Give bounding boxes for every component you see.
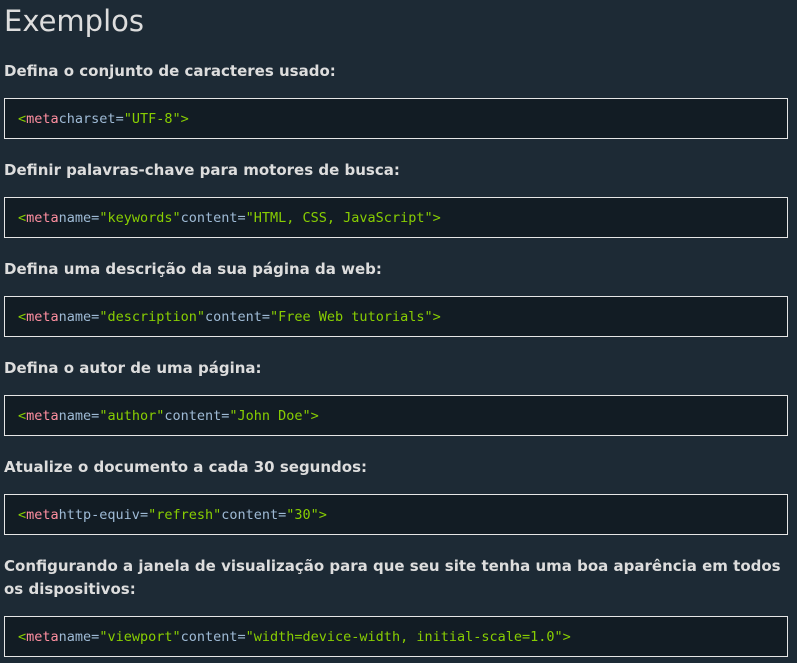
tag-open-bracket: <	[18, 506, 27, 523]
example-description: Definir palavras-chave para motores de b…	[4, 161, 400, 179]
tag-name: meta	[26, 407, 59, 424]
attribute-name: name	[58, 308, 92, 325]
attribute-value: "UTF-8"	[123, 110, 181, 127]
attribute-name: name	[58, 209, 92, 226]
attribute-value: "Free Web tutorials"	[270, 308, 433, 325]
attribute-name: http-equiv	[58, 506, 140, 523]
tag-open-bracket: <	[18, 407, 27, 424]
example-6: Configurando a janela de visualização pa…	[4, 555, 788, 657]
example-description: Defina uma descrição da sua página da we…	[4, 260, 382, 278]
attribute-name: name	[58, 628, 92, 645]
attribute-name: content	[221, 506, 279, 523]
attribute-value: "width=device-width, initial-scale=1.0"	[245, 628, 563, 645]
code-example[interactable]: < meta name = "author" content = "John Doe" >	[4, 395, 788, 436]
equals-sign: =	[115, 110, 124, 127]
attribute-name: content	[164, 407, 222, 424]
tag-name: meta	[26, 628, 59, 645]
example-description: Defina o conjunto de caracteres usado:	[4, 62, 336, 80]
equals-sign: =	[91, 308, 100, 325]
tag-name: meta	[26, 308, 59, 325]
equals-sign: =	[261, 308, 271, 325]
tag-name: meta	[26, 209, 59, 226]
code-example[interactable]: < meta http-equiv = "refresh" content = "30" >	[4, 494, 788, 535]
attribute-name: content	[180, 628, 238, 645]
tag-open-bracket: <	[18, 110, 27, 127]
example-3: Defina uma descrição da sua página da we…	[4, 258, 788, 337]
equals-sign: =	[278, 506, 287, 523]
tag-close-bracket: >	[180, 110, 189, 127]
attribute-value: "John Doe"	[229, 407, 311, 424]
equals-sign: =	[139, 506, 149, 523]
equals-sign: =	[91, 628, 100, 645]
equals-sign: =	[91, 407, 100, 424]
attribute-value: "keywords"	[99, 209, 181, 226]
code-example[interactable]: < meta name = "viewport" content = "width=dev…	[4, 616, 788, 657]
code-example[interactable]: < meta name = "description" content = "Free W…	[4, 296, 788, 337]
attribute-value: "HTML, CSS, JavaScript"	[245, 209, 433, 226]
tag-open-bracket: <	[18, 628, 27, 645]
attribute-name: content	[180, 209, 238, 226]
example-description: Defina o autor de uma página:	[4, 359, 262, 377]
example-1: Defina o conjunto de caracteres usado: <…	[4, 60, 788, 139]
equals-sign: =	[237, 209, 246, 226]
example-description: Configurando a janela de visualização pa…	[4, 557, 781, 598]
example-4: Defina o autor de uma página: < meta name…	[4, 357, 788, 436]
example-description: Atualize o documento a cada 30 segundos:	[4, 458, 368, 476]
equals-sign: =	[237, 628, 246, 645]
equals-sign: =	[221, 407, 230, 424]
tag-open-bracket: <	[18, 209, 27, 226]
tag-close-bracket: >	[318, 506, 327, 523]
attribute-value: "author"	[99, 407, 165, 424]
attribute-name: content	[204, 308, 262, 325]
tag-name: meta	[26, 506, 59, 523]
page-title: Exemplos	[4, 4, 145, 38]
tag-open-bracket: <	[18, 308, 27, 325]
example-2: Definir palavras-chave para motores de b…	[4, 159, 788, 238]
example-5: Atualize o documento a cada 30 segundos:…	[4, 456, 788, 535]
attribute-value: "refresh"	[148, 506, 222, 523]
tag-close-bracket: >	[432, 308, 441, 325]
tag-close-bracket: >	[310, 407, 319, 424]
examples-page: Exemplos Defina o conjunto de caracteres…	[0, 0, 797, 663]
tag-name: meta	[26, 110, 59, 127]
tag-close-bracket: >	[562, 628, 571, 645]
attribute-value: "description"	[99, 308, 205, 325]
equals-sign: =	[91, 209, 100, 226]
attribute-name: charset	[58, 110, 116, 127]
attribute-value: "viewport"	[99, 628, 181, 645]
attribute-value: "30"	[286, 506, 319, 523]
attribute-name: name	[58, 407, 92, 424]
code-example[interactable]: < meta name = "keywords" content = "HTML, CSS…	[4, 197, 788, 238]
tag-close-bracket: >	[432, 209, 441, 226]
code-example[interactable]: < meta charset = "UTF-8" >	[4, 98, 788, 139]
